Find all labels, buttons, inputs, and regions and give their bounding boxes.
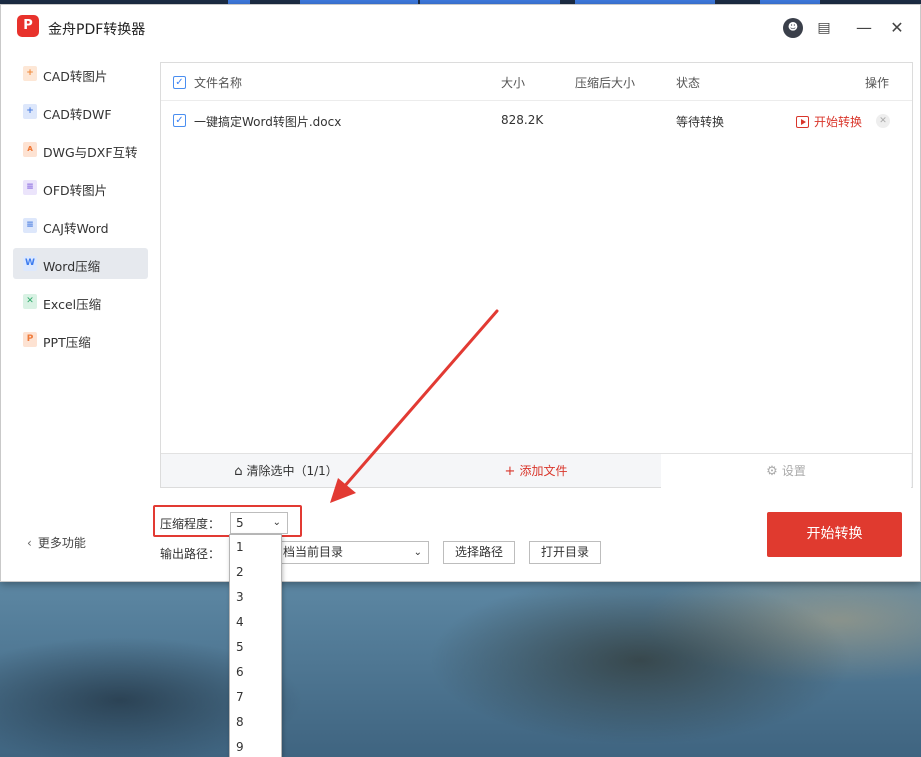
annotation-arrow bbox=[330, 309, 499, 503]
annotation-arrow-head bbox=[330, 478, 356, 503]
annotation-arrow-line bbox=[341, 309, 499, 490]
